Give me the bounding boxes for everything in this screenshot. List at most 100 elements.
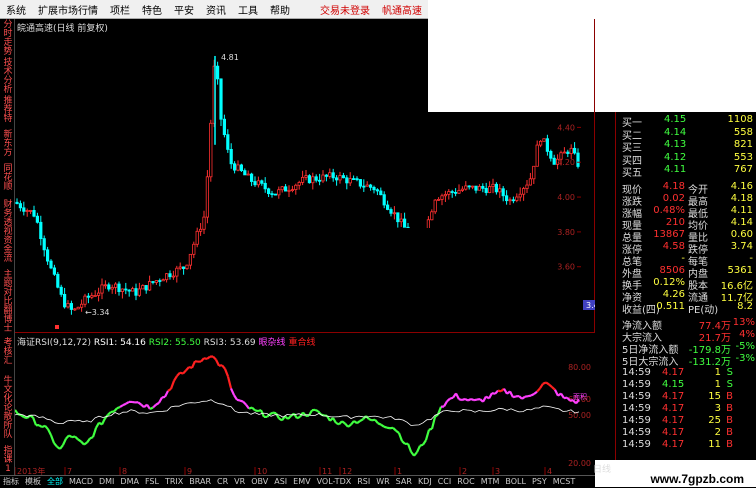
period-label[interactable]: 日线 [593,462,613,475]
menu-item-0[interactable]: 系统 [0,2,32,17]
sidebar-tab-10[interactable]: 牛文化论 [1,377,15,413]
menu-item-4[interactable]: 平安 [168,2,200,17]
indicator-tab-obv[interactable]: OBV [248,477,271,486]
stat-row: 现价4.18今开4.16 [616,181,756,193]
indicator-tab-trix[interactable]: TRIX [162,477,186,486]
indicator-tab-dma[interactable]: DMA [117,477,142,486]
sidebar-tab-5[interactable]: 财务透视 [1,201,15,237]
sidebar-tab-12[interactable]: 指课1 [1,447,15,474]
indicator-tab-mtm[interactable]: MTM [478,477,503,486]
sidebar-tab-2[interactable]: 推荐特 [1,97,15,124]
candle [539,140,541,147]
indicator-tab-wr[interactable]: WR [373,477,392,486]
sidebar-tab-7[interactable]: 主题对比 [1,271,15,307]
rsi-segment [285,416,288,419]
candle [138,283,140,297]
tick-volume: 25 [708,415,721,426]
candle [43,236,45,257]
rsi-segment [378,423,381,424]
indicator-tab-boll[interactable]: BOLL [502,477,529,486]
indicator-tab-vr[interactable]: VR [231,477,248,486]
sidebar-tab-1[interactable]: 技术分析 [1,59,15,95]
candle [335,175,337,186]
menu-item-5[interactable]: 资讯 [200,2,232,17]
candle [223,115,225,138]
indicator-tab-fsl[interactable]: FSL [142,477,162,486]
candle [339,172,341,184]
candle [329,168,331,178]
rsi-segment [276,413,279,418]
stat-value-2: 5361 [728,265,753,276]
stat-value-1: 4.26 [663,289,685,300]
indicator-tab-mcst[interactable]: MCST [550,477,578,486]
rsi-segment [108,412,111,415]
price-axis-label: 3.80 [557,228,575,237]
rsi-segment [165,391,168,397]
indicator-tab-vol-tdx[interactable]: VOL-TDX [314,477,355,486]
kline-chart[interactable]: 皖通高速(日线 前复权) 4.81←3.344.404.204.003.803.… [15,19,595,333]
rsi-panel[interactable]: 80.0060.0050.0020.00面积2013年7891011121234… [15,333,595,488]
candle [67,300,69,308]
low-label: ←3.34 [85,308,110,317]
indicator-tab-全部[interactable]: 全部 [44,476,66,487]
order-volume: 767 [734,164,753,175]
rsi2-value: RSI2: 55.50 [149,338,201,348]
indicator-tab-rsi[interactable]: RSI [354,477,373,486]
indicator-tab-cr[interactable]: CR [214,477,231,486]
sidebar-tab-11[interactable]: 散所队 [1,413,15,440]
rsi-segment [534,392,537,394]
candle [495,182,497,194]
rsi-segment [90,437,93,438]
indicator-tab-emv[interactable]: EMV [290,477,313,486]
rsi-segment [339,421,342,424]
menu-item-1[interactable]: 扩展市场行情 [32,2,104,17]
candle [533,166,535,184]
candle [315,174,317,182]
candle [50,259,52,269]
rsi-segment [252,407,255,410]
indicator-tab-dmi[interactable]: DMI [96,477,117,486]
candle [570,144,572,159]
indicator-tab-roc[interactable]: ROC [454,477,477,486]
tick-price: 4.17 [662,439,684,450]
candle [199,223,201,236]
candle [278,187,280,199]
orderbook-row: 买三4.13821 [616,139,756,151]
sidebar-tab-6[interactable]: 资金流 [1,237,15,264]
indicator-tab-模板[interactable]: 模板 [22,476,44,487]
indicator-tab-brar[interactable]: BRAR [186,477,214,486]
menu-item-6[interactable]: 工具 [232,2,264,17]
rsi-segment [171,381,174,389]
indicator-tab-kdj[interactable]: KDJ [415,477,435,486]
stat-label-2: PE(动) [688,301,718,316]
indicator-tab-sar[interactable]: SAR [393,477,415,486]
trade-status-link[interactable]: 交易未登录 [314,2,376,17]
sidebar-tab-4[interactable]: 同花顺 [1,165,15,192]
menu-item-3[interactable]: 特色 [136,2,168,17]
rsi-segment [381,425,384,427]
stat-row: 外盘8506内盘5361 [616,265,756,277]
indicator-tab-cci[interactable]: CCI [435,477,455,486]
candle [366,181,368,186]
sidebar-tab-3[interactable]: 新东方 [1,131,15,158]
candle [397,213,399,228]
stat-value-1: 13867 [653,229,685,240]
order-price: 4.15 [664,114,686,125]
menu-item-7[interactable]: 帮助 [264,2,296,17]
stat-value-2: 3.74 [731,241,753,252]
tick-row: 14:594.173B [616,403,756,415]
sidebar-tab-8[interactable]: 翻博士 [1,307,15,334]
stat-value-2: 4.16 [731,181,753,192]
sidebar-tab-9[interactable]: 考核汇 [1,339,15,366]
sidebar-tab-0[interactable]: 分时走势 [1,21,15,57]
indicator-tab-macd[interactable]: MACD [66,477,96,486]
indicator-tab-asi[interactable]: ASI [271,477,290,486]
candle [318,174,320,185]
stock-name-link[interactable]: 帆通高速 [376,2,428,17]
menu-item-2[interactable]: 项栏 [104,2,136,17]
indicator-tab-psy[interactable]: PSY [529,477,550,486]
rsi-segment [429,429,432,430]
candle [322,170,324,183]
candle [267,188,269,197]
indicator-tab-指标[interactable]: 指标 [0,476,22,487]
